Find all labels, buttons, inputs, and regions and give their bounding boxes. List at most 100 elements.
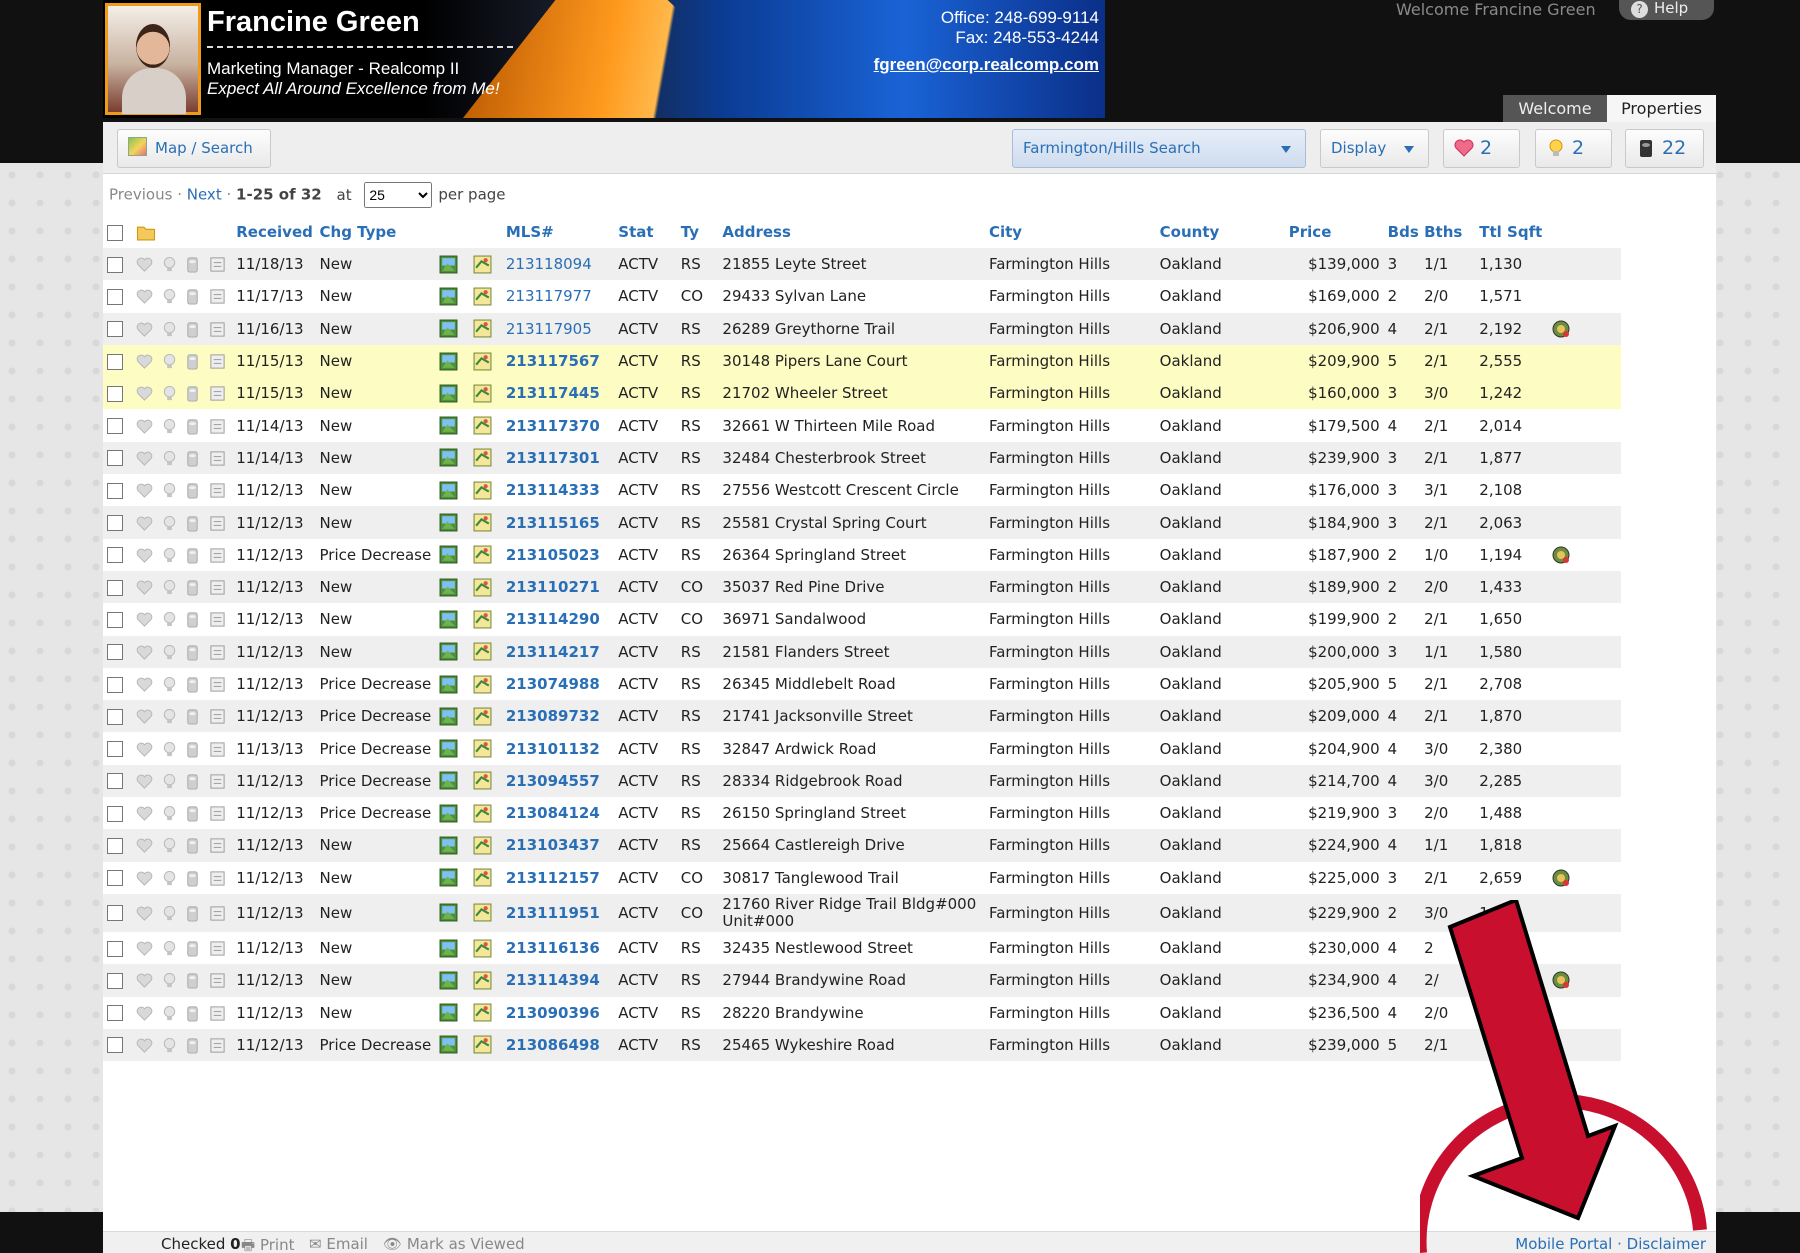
row-checkbox[interactable] [107, 676, 123, 693]
heart-icon[interactable] [136, 972, 153, 989]
photo-icon[interactable] [439, 545, 458, 564]
favorites-button[interactable]: 2 [1443, 129, 1520, 168]
mls-link[interactable]: 213111951 [505, 893, 619, 932]
mls-link[interactable]: 213105023 [505, 538, 619, 571]
notes-icon[interactable] [209, 972, 226, 989]
table-row[interactable]: 11/12/13 New 213110271 ACTV CO 35037 Red Pine… [103, 570, 1621, 604]
mls-link[interactable]: 213116136 [505, 931, 619, 965]
heart-icon[interactable] [136, 611, 153, 628]
lightbulb-icon[interactable] [161, 905, 178, 922]
photo-icon[interactable] [439, 319, 458, 338]
mls-link[interactable]: 213114290 [505, 603, 619, 636]
heart-icon[interactable] [136, 805, 153, 822]
heart-icon[interactable] [136, 450, 153, 467]
disclaimer-link[interactable]: Disclaimer [1627, 1235, 1706, 1253]
table-row[interactable]: 11/12/13 Price Decrease 213094557 ACTV RS 283… [103, 764, 1621, 798]
trash-icon[interactable] [184, 515, 201, 532]
lightbulb-icon[interactable] [161, 450, 178, 467]
row-checkbox[interactable] [107, 385, 123, 402]
lightbulb-icon[interactable] [161, 805, 178, 822]
mls-link[interactable]: 213117567 [505, 344, 619, 378]
heart-icon[interactable] [136, 741, 153, 758]
trash-button[interactable]: 22 [1625, 129, 1704, 168]
open-house-icon[interactable] [1551, 868, 1571, 888]
heart-icon[interactable] [136, 418, 153, 435]
row-checkbox[interactable] [107, 773, 123, 790]
notes-icon[interactable] [209, 905, 226, 922]
row-checkbox[interactable] [107, 450, 123, 467]
row-checkbox[interactable] [107, 418, 123, 435]
notes-icon[interactable] [209, 644, 226, 661]
lightbulb-icon[interactable] [161, 940, 178, 957]
photo-icon[interactable] [439, 903, 458, 922]
photo-icon[interactable] [439, 481, 458, 500]
trash-icon[interactable] [184, 905, 201, 922]
map-icon[interactable] [473, 384, 492, 403]
row-checkbox[interactable] [107, 611, 123, 628]
lightbulb-icon[interactable] [161, 644, 178, 661]
open-house-icon[interactable] [1551, 545, 1571, 565]
tab-welcome[interactable]: Welcome [1503, 95, 1607, 122]
trash-icon[interactable] [184, 385, 201, 402]
row-checkbox[interactable] [107, 288, 123, 305]
lightbulb-icon[interactable] [161, 773, 178, 790]
mls-link[interactable]: 213090396 [505, 996, 619, 1029]
photo-icon[interactable] [439, 868, 458, 887]
tab-properties[interactable]: Properties [1607, 95, 1716, 122]
notes-icon[interactable] [209, 611, 226, 628]
map-icon[interactable] [473, 448, 492, 467]
photo-icon[interactable] [439, 939, 458, 958]
trash-icon[interactable] [184, 708, 201, 725]
trash-icon[interactable] [184, 1005, 201, 1022]
folder-icon[interactable] [136, 224, 156, 241]
mls-link[interactable]: 213114394 [505, 964, 619, 997]
map-icon[interactable] [473, 971, 492, 990]
heart-icon[interactable] [136, 321, 153, 338]
mls-link[interactable]: 213084124 [505, 797, 619, 830]
mls-link[interactable]: 213117977 [505, 280, 619, 313]
trash-icon[interactable] [184, 940, 201, 957]
notes-icon[interactable] [209, 805, 226, 822]
col-received[interactable]: Received [236, 216, 319, 248]
help-button[interactable]: ? Help [1619, 0, 1714, 20]
lightbulb-icon[interactable] [161, 579, 178, 596]
trash-icon[interactable] [184, 321, 201, 338]
row-checkbox[interactable] [107, 837, 123, 854]
map-icon[interactable] [473, 804, 492, 823]
lightbulb-icon[interactable] [161, 256, 178, 273]
row-checkbox[interactable] [107, 353, 123, 370]
trash-icon[interactable] [184, 741, 201, 758]
col-bths[interactable]: Bths [1424, 216, 1479, 248]
heart-icon[interactable] [136, 547, 153, 564]
col-stat[interactable]: Stat [618, 216, 680, 248]
print-button[interactable]: 🖶 Print [241, 1235, 294, 1253]
trash-icon[interactable] [184, 773, 201, 790]
heart-icon[interactable] [136, 773, 153, 790]
heart-icon[interactable] [136, 288, 153, 305]
lightbulb-icon[interactable] [161, 353, 178, 370]
mls-link[interactable]: 213115165 [505, 506, 619, 539]
notes-icon[interactable] [209, 940, 226, 957]
agent-email-link[interactable]: fgreen@corp.realcomp.com [874, 55, 1099, 75]
table-row[interactable]: 11/18/13 New 213118094 ACTV RS 21855 Leyte St… [103, 248, 1621, 281]
trash-icon[interactable] [184, 482, 201, 499]
map-icon[interactable] [473, 903, 492, 922]
table-row[interactable]: 11/12/13 New 213114290 ACTV CO 36971 Sandalwo… [103, 603, 1621, 636]
row-checkbox[interactable] [107, 579, 123, 596]
map-icon[interactable] [473, 319, 492, 338]
photo-icon[interactable] [439, 804, 458, 823]
table-row[interactable]: 11/12/13 Price Decrease 213086498 ACTV RS 254… [103, 1028, 1621, 1062]
map-icon[interactable] [473, 513, 492, 532]
photo-icon[interactable] [439, 513, 458, 532]
notes-icon[interactable] [209, 288, 226, 305]
notes-icon[interactable] [209, 676, 226, 693]
photo-icon[interactable] [439, 771, 458, 790]
map-icon[interactable] [473, 836, 492, 855]
mls-link[interactable]: 213114217 [505, 635, 619, 668]
trash-icon[interactable] [184, 972, 201, 989]
photo-icon[interactable] [439, 707, 458, 726]
table-row[interactable]: 11/12/13 Price Decrease 213074988 ACTV RS 263… [103, 667, 1621, 701]
lightbulb-icon[interactable] [161, 972, 178, 989]
row-checkbox[interactable] [107, 972, 123, 989]
trash-icon[interactable] [184, 256, 201, 273]
